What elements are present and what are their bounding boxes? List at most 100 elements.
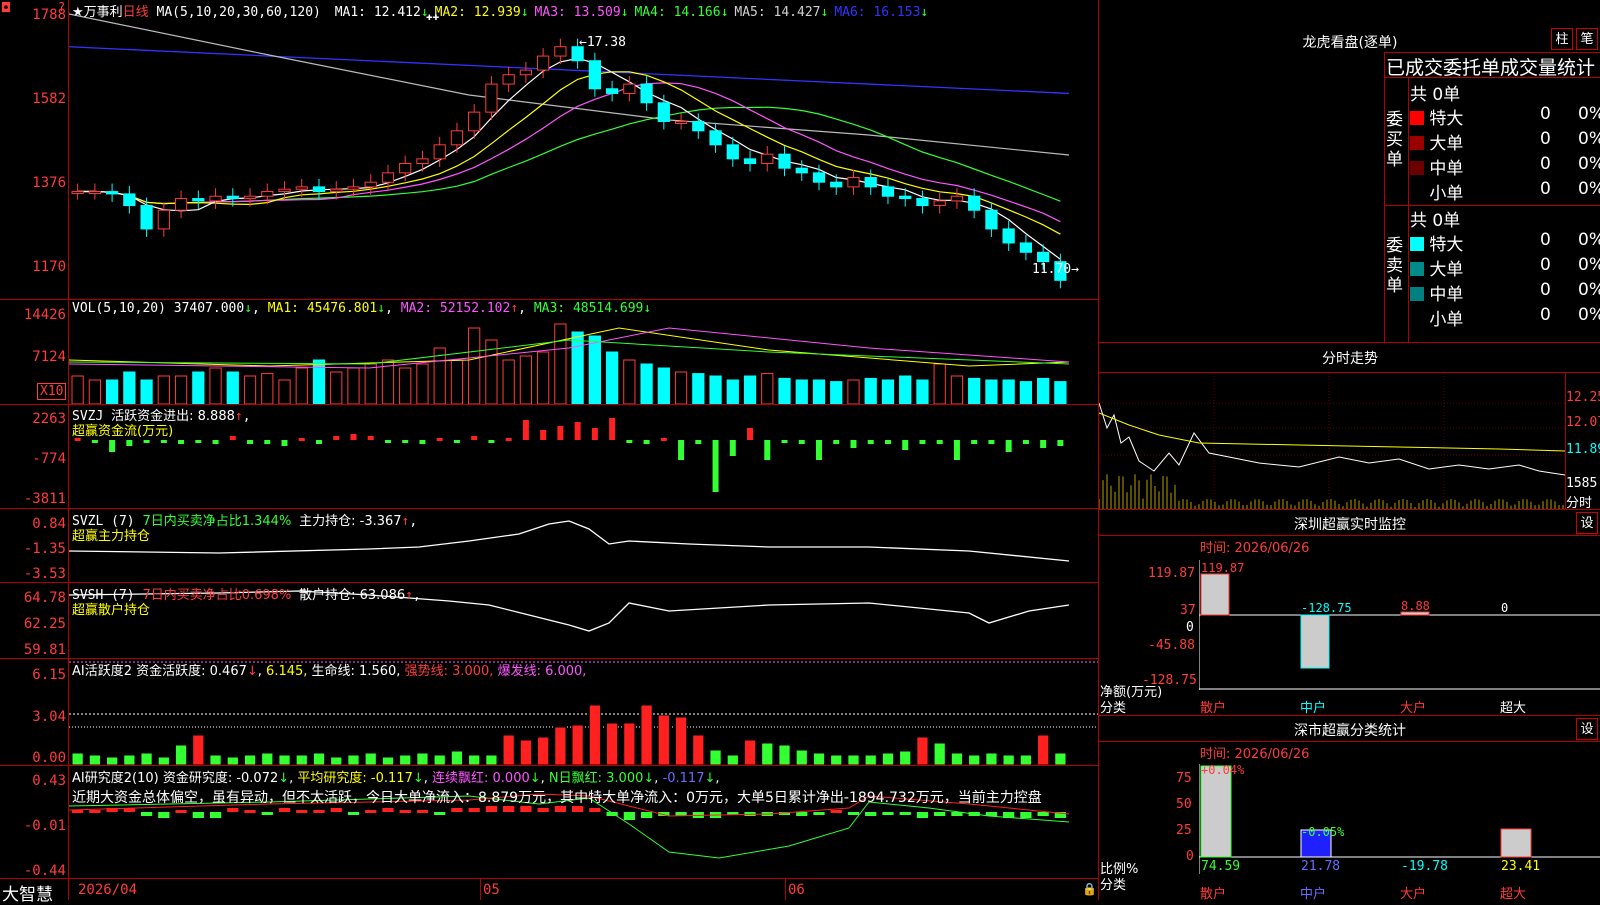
volume-bar bbox=[743, 375, 757, 405]
volume-bar bbox=[605, 351, 619, 405]
active-bar bbox=[140, 752, 153, 766]
buy-row-count: 0 bbox=[1540, 129, 1551, 149]
sz-class-chart[interactable]: +0.04% -0.05% 74.59 21.78 -19.78 23.41 bbox=[1198, 763, 1600, 874]
low-price-mark: 11.70→ bbox=[1032, 262, 1079, 277]
svzj-bar bbox=[402, 440, 409, 443]
active-bar bbox=[433, 754, 446, 766]
sell-row-pct: 0% bbox=[1578, 305, 1600, 325]
research-bar bbox=[640, 812, 653, 818]
svzj-bar bbox=[212, 440, 219, 444]
active-bar bbox=[657, 714, 670, 766]
event-marker-icon[interactable]: ✚✚ bbox=[426, 10, 439, 23]
active-bar bbox=[623, 722, 636, 766]
active-bar bbox=[743, 739, 757, 766]
candle bbox=[485, 83, 498, 113]
air-t2: 平均研究度: -0.117 bbox=[297, 771, 413, 786]
date-label-1: 2026/04 bbox=[78, 882, 138, 898]
intraday-avg-line bbox=[1098, 412, 1566, 452]
szc-axis-3: 25 bbox=[1176, 823, 1192, 838]
intraday-axis-1: 12.25 bbox=[1566, 390, 1600, 405]
candle bbox=[588, 60, 601, 90]
active-bar bbox=[416, 752, 429, 766]
active-bar bbox=[605, 722, 619, 766]
sell-row-count: 0 bbox=[1540, 255, 1551, 275]
period-label[interactable]: 日线 bbox=[123, 5, 149, 20]
candle bbox=[71, 191, 84, 195]
volume-bar bbox=[140, 379, 153, 405]
sz-bar-value: 8.88 bbox=[1401, 599, 1430, 613]
sell-row-count: 0 bbox=[1540, 230, 1551, 250]
candle bbox=[968, 195, 981, 211]
candle bbox=[623, 83, 636, 94]
stock-name[interactable]: ★万事利 bbox=[72, 5, 123, 20]
brand-logo[interactable]: 大智慧 bbox=[2, 880, 53, 905]
volume-header: VOL(5,10,20) 37407.000↓, MA1: 45476.801↓… bbox=[72, 301, 652, 316]
color-swatch bbox=[1410, 111, 1424, 125]
active-bar bbox=[916, 736, 929, 766]
price-axis-3: 1376 bbox=[32, 175, 66, 191]
svzj-bar bbox=[953, 440, 960, 460]
svzj-bar bbox=[143, 440, 150, 443]
szc-bar-value: -19.78 bbox=[1401, 859, 1448, 874]
aia-header: AI活跃度2 资金活跃度: 0.467↓, 6.145, 生命线: 1.560,… bbox=[72, 664, 587, 679]
svzj-bar bbox=[540, 430, 547, 440]
svzj-bar bbox=[1022, 440, 1029, 444]
tick-mode-button[interactable]: 笔 bbox=[1576, 28, 1598, 50]
bar-mode-button[interactable]: 柱 bbox=[1551, 28, 1573, 50]
volume-bar bbox=[174, 375, 188, 405]
candle bbox=[1037, 251, 1050, 263]
research-bar bbox=[589, 808, 601, 812]
svzj-bar bbox=[919, 440, 926, 444]
color-swatch bbox=[1410, 237, 1424, 251]
buy-row-label: 特大 bbox=[1424, 109, 1464, 129]
aia-t1: 资金活跃度: 0.467 bbox=[136, 664, 247, 679]
aia-t2: 6.145, bbox=[266, 664, 308, 679]
svzj-bar bbox=[109, 440, 116, 452]
ma-value-5: MA5: 14.427 bbox=[734, 5, 821, 20]
sell-row: 小单 bbox=[1410, 305, 1463, 330]
research-bar bbox=[882, 812, 894, 815]
volume-bar bbox=[778, 377, 791, 405]
active-bar bbox=[847, 754, 860, 766]
volume-bar bbox=[726, 379, 739, 405]
candle bbox=[140, 205, 153, 230]
sz-monitor-settings-button[interactable]: 设 bbox=[1576, 512, 1598, 534]
active-bar bbox=[674, 716, 688, 766]
color-swatch bbox=[1410, 161, 1424, 175]
ma-dir-2: ↓ bbox=[520, 5, 529, 20]
candle bbox=[433, 144, 446, 160]
buy-row-label: 中单 bbox=[1424, 159, 1464, 179]
sz-axis-1: 119.87 bbox=[1148, 566, 1195, 581]
buy-row: 大单 bbox=[1410, 129, 1463, 154]
svzl-ratio: 7日内买卖净占比1.344% bbox=[142, 514, 292, 529]
active-bar bbox=[278, 754, 291, 766]
svsh-axis-1: 64.78 bbox=[23, 590, 66, 606]
lock-icon[interactable]: 🔒 bbox=[1082, 882, 1097, 896]
candle bbox=[537, 55, 550, 71]
active-bar bbox=[450, 750, 464, 766]
sz-class-settings-button[interactable]: 设 bbox=[1576, 718, 1598, 740]
sz-monitor-chart[interactable]: 119.87 -128.75 8.88 0 bbox=[1198, 560, 1600, 690]
candle bbox=[295, 186, 308, 190]
svzl-axis-2: -1.35 bbox=[23, 541, 66, 557]
svzj-bar bbox=[936, 440, 943, 444]
sz-axis-2: 37 bbox=[1180, 603, 1196, 618]
sz-monitor-title: 深圳超赢实时监控 bbox=[1294, 517, 1406, 533]
intraday-chart[interactable] bbox=[1098, 373, 1566, 509]
ma-value-6: MA6: 16.153 bbox=[834, 5, 921, 20]
color-swatch bbox=[1410, 287, 1424, 301]
volume-bar bbox=[330, 371, 343, 405]
candle bbox=[1019, 242, 1033, 253]
candle bbox=[157, 209, 170, 230]
candle bbox=[347, 186, 360, 190]
research-bar bbox=[623, 812, 635, 820]
volume-bar bbox=[71, 375, 84, 405]
candle bbox=[674, 120, 688, 124]
research-bar bbox=[1020, 812, 1032, 818]
intraday-axis-2: 12.07 bbox=[1566, 415, 1600, 430]
svzj-bar bbox=[816, 440, 822, 460]
volume-bar bbox=[795, 379, 808, 405]
svzj-bar bbox=[971, 440, 978, 444]
vol-ma3: MA3: 48514.699 bbox=[533, 301, 644, 316]
active-bar bbox=[795, 749, 808, 766]
